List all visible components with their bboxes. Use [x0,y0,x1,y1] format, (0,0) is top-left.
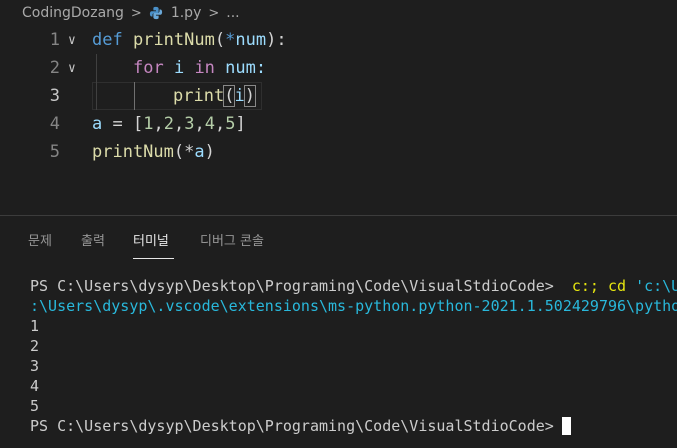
python-file-icon [149,6,162,20]
active-tab-indicator [133,258,174,259]
text-token: ( [223,85,236,107]
function-token: printNum [132,30,215,50]
terminal-command-line: PS C:\Users\dysyp\Desktop\Programing\Cod… [30,276,677,296]
terminal-prompt-line: PS C:\Users\dysyp\Desktop\Programing\Cod… [30,416,571,436]
code-line-2[interactable]: 2 ∨ for i in num: [0,54,677,82]
code-line-4[interactable]: 4 a = [1,2,3,4,5] [0,110,677,138]
number-token: 5 [225,114,236,134]
keyword-token: def [92,30,123,50]
function-token: printNum [92,142,174,162]
variable-token: i [163,58,195,78]
variable-token: a [194,142,205,162]
terminal-command: c:; cd [571,277,627,295]
keyword-token: in [194,58,215,78]
number-token: 1 [143,114,154,134]
code-line-1[interactable]: 1 ∨ def printNum(*num): [0,26,677,54]
variable-token: a [92,114,103,134]
line-number: 4 [49,114,60,134]
variable-token: num: [214,58,267,78]
code-text: printNum(*a) [92,142,215,162]
terminal-output-line: 3 [30,357,40,375]
code-text: for i in num: [133,58,266,78]
breadcrumb-more[interactable]: ... [226,5,239,21]
line-number: 1 [49,30,60,50]
breadcrumb-file[interactable]: 1.py [171,5,202,21]
code-line-3[interactable]: 3 print(i) [0,82,677,110]
text-token: , [173,114,185,134]
number-token: 3 [184,114,195,134]
panel-tabs: 문제 출력 터미널 디버그 콘솔 [0,216,677,260]
chevron-right-icon: > [208,5,220,21]
terminal-output-line: 2 [30,337,40,355]
line-number: 2 [49,58,60,78]
text-token: ) [243,85,256,107]
variable-token: i [234,86,245,106]
text-token: = [ [102,114,144,134]
tab-debug-console[interactable]: 디버그 콘솔 [200,230,264,249]
text-token: ( [214,30,226,50]
number-token: 2 [163,114,174,134]
breadcrumb: CodingDozang > 1.py > ... [0,0,677,26]
variable-token: num [235,30,267,50]
code-text: def printNum(*num): [92,30,287,50]
tab-output[interactable]: 출력 [81,230,105,249]
terminal-output-line: 1 [30,317,40,335]
terminal-command-wrap: :\Users\dysyp\.vscode\extensions\ms-pyth… [30,297,677,315]
number-token: 4 [204,114,215,134]
text-token: ): [266,30,287,50]
code-line-5[interactable]: 5 printNum(*a) [0,138,677,166]
keyword-token: for [133,58,164,78]
text-token: , [214,114,226,134]
code-text: print(i) [173,85,256,107]
chevron-down-icon[interactable]: ∨ [68,61,84,76]
code-editor[interactable]: 1 ∨ def printNum(*num): 2 ∨ for i in num… [0,26,677,216]
terminal-cursor [561,416,571,435]
tab-terminal[interactable]: 터미널 [133,230,169,249]
line-number: 3 [49,86,60,106]
text-token: , [194,114,205,134]
text-token: (* [173,142,195,162]
line-number: 5 [49,142,60,162]
terminal-output-line: 5 [30,397,40,415]
text-token: ] [235,114,246,134]
function-token: print [173,86,225,106]
code-text: a = [1,2,3,4,5] [92,114,246,134]
terminal-prompt: PS C:\Users\dysyp\Desktop\Programing\Cod… [30,417,554,435]
terminal-prompt: PS C:\Users\dysyp\Desktop\Programing\Cod… [30,277,554,295]
breadcrumb-folder[interactable]: CodingDozang [22,5,124,21]
operator-token: * [225,30,236,50]
chevron-down-icon[interactable]: ∨ [68,33,84,48]
chevron-right-icon: > [130,5,142,21]
tab-problems[interactable]: 문제 [28,230,52,249]
terminal-output-line: 4 [30,377,40,395]
text-token: , [153,114,164,134]
text-token: ) [204,142,215,162]
terminal[interactable]: PS C:\Users\dysyp\Desktop\Programing\Cod… [0,270,677,448]
terminal-command-path: 'c:\Users\dysyp [635,277,677,295]
